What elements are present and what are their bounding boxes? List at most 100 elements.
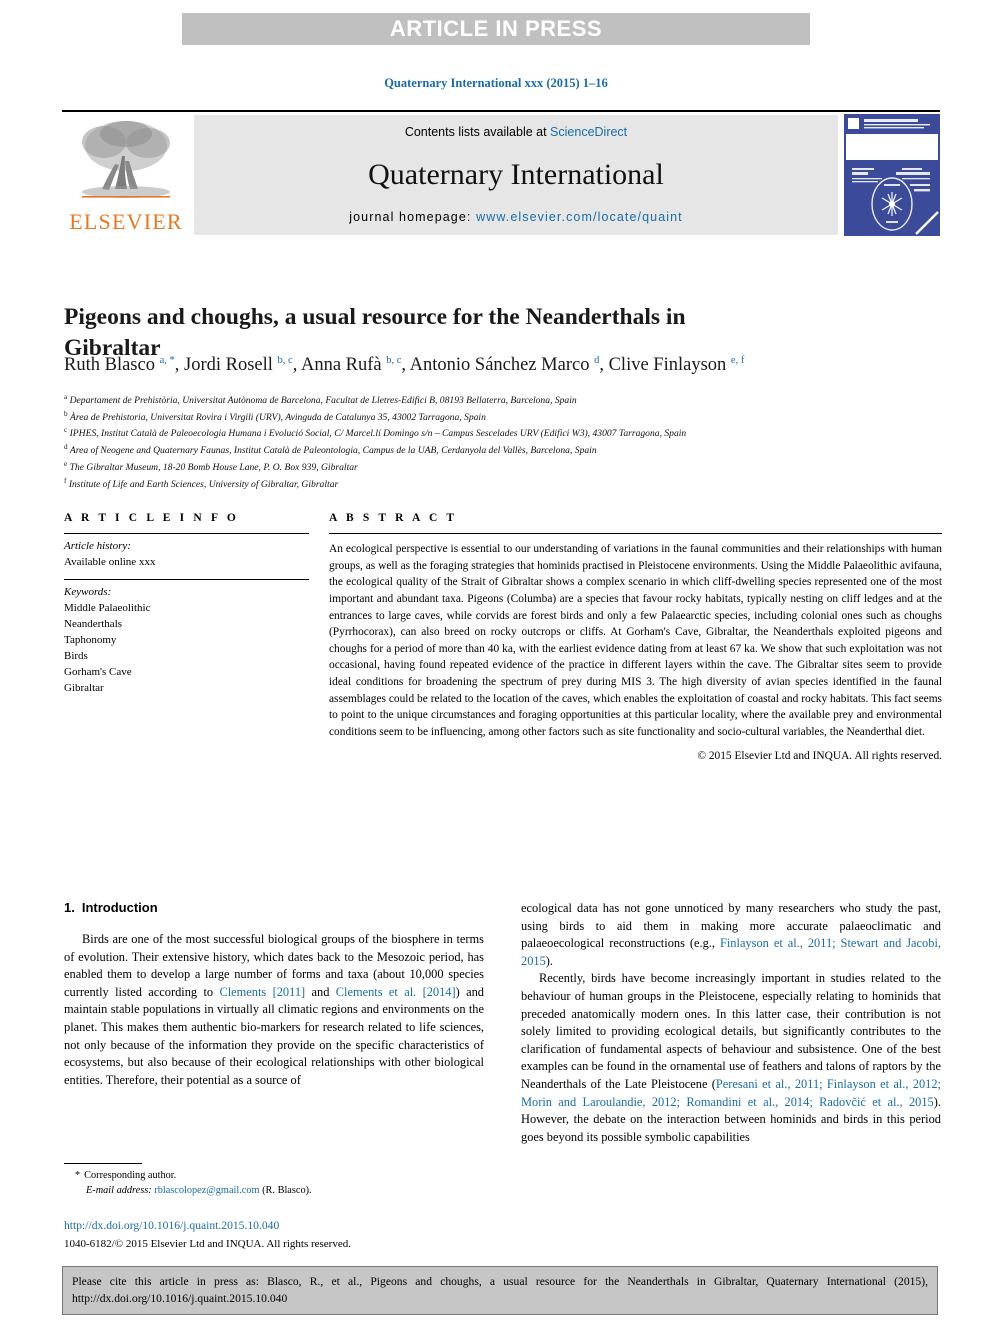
affiliation-list: a Departament de Prehistòria, Universita… — [64, 392, 944, 492]
author-entry: Clive Finlayson e, f — [609, 355, 745, 375]
affiliation-item: c IPHES, Institut Català de Paleoecologi… — [64, 425, 944, 442]
intro-paragraph-left: Birds are one of the most successful bio… — [64, 931, 484, 1089]
section-number: 1. — [64, 900, 75, 915]
article-history-block: Article history: Available online xxx — [64, 534, 309, 579]
author-entry: Antonio Sánchez Marco d — [410, 355, 600, 375]
abstract-copyright: © 2015 Elsevier Ltd and INQUA. All right… — [697, 749, 942, 762]
intro-right-text-c: Recently, birds have become increasingly… — [521, 971, 941, 1092]
please-cite-text: Please cite this article in press as: Bl… — [72, 1275, 928, 1306]
author-list: Ruth Blasco a, *, Jordi Rosell b, c, Ann… — [64, 355, 940, 376]
abstract-text: An ecological perspective is essential t… — [329, 543, 942, 739]
doi-block: http://dx.doi.org/10.1016/j.quaint.2015.… — [64, 1218, 524, 1253]
corresponding-author-line: * Corresponding author. — [64, 1169, 484, 1184]
keyword-item: Taphonomy — [64, 633, 117, 646]
article-in-press-label: ARTICLE IN PRESS — [389, 16, 603, 41]
affiliation-text: Departament de Prehistòria, Universitat … — [69, 395, 577, 407]
article-info-heading: A R T I C L E I N F O — [64, 512, 239, 524]
corresponding-author-footnote: * Corresponding author. E-mail address: r… — [64, 1163, 484, 1199]
author-affiliation-marks: b, c — [277, 355, 293, 366]
asterisk-icon: * — [75, 1170, 81, 1181]
intro-text-c: ) and maintain stable populations in vir… — [64, 984, 484, 1087]
keywords-block: Keywords: Middle Palaeolithic Neandertha… — [64, 580, 309, 697]
author-affiliation-marks: b, c — [386, 355, 402, 366]
email-link[interactable]: rblascolopez@gmail.com — [154, 1185, 259, 1196]
masthead-center-panel: Contents lists available at ScienceDirec… — [194, 115, 838, 235]
affiliation-text: IPHES, Institut Català de Paleoecologia … — [69, 428, 687, 440]
journal-homepage-link[interactable]: www.elsevier.com/locate/quaint — [476, 210, 683, 224]
keyword-item: Middle Palaeolithic — [64, 601, 151, 614]
author-separator: , — [174, 355, 185, 376]
affiliation-mark: e — [64, 459, 68, 468]
affiliation-mark: d — [64, 443, 68, 452]
email-label: E-mail address: — [86, 1184, 152, 1196]
author-name: Anna Rufà — [300, 355, 382, 376]
journal-homepage-line: journal homepage: www.elsevier.com/locat… — [349, 210, 683, 224]
body-column-left: 1. Introduction Birds are one of the most… — [64, 900, 484, 1147]
info-abstract-block: A R T I C L E I N F O Article history: A… — [64, 512, 942, 762]
author-separator: , — [292, 355, 301, 376]
author-affiliation-marks: a, * — [159, 355, 175, 366]
author-entry: Jordi Rosell b, c — [184, 355, 293, 375]
author-name: Jordi Rosell — [184, 355, 273, 376]
affiliation-text: Àrea de Prehistoria, Universitat Rovira … — [70, 411, 486, 423]
author-entry: Anna Rufà b, c — [301, 355, 401, 375]
affiliation-text: Institute of Life and Earth Sciences, Un… — [68, 478, 339, 490]
affiliation-mark: f — [64, 476, 67, 485]
elsevier-tree-icon — [82, 121, 170, 198]
affiliation-text: The Gibraltar Museum, 18-20 Bomb House L… — [69, 462, 358, 474]
citation-link[interactable]: Clements et al. [2014] — [336, 985, 456, 999]
body-column-right: ecological data has not gone unnoticed b… — [521, 900, 941, 1147]
author-separator: , — [401, 355, 410, 376]
homepage-prefix: journal homepage: — [349, 210, 477, 224]
keywords-label: Keywords: — [64, 585, 112, 598]
journal-reference-line: Quaternary International xxx (2015) 1–16 — [384, 76, 608, 90]
footnote-rule — [64, 1163, 142, 1164]
intro-paragraph-right-2: Recently, birds have become increasingly… — [521, 970, 941, 1146]
author-entry: Ruth Blasco a, * — [64, 355, 175, 375]
contents-prefix: Contents lists available at — [404, 125, 551, 139]
author-name: Antonio Sánchez Marco — [409, 355, 590, 376]
abstract-column: A B S T R A C T An ecological perspectiv… — [329, 512, 942, 762]
keyword-item: Neanderthals — [64, 617, 123, 630]
issn-copyright-line: 1040-6182/© 2015 Elsevier Ltd and INQUA.… — [64, 1238, 351, 1251]
affiliation-item: e The Gibraltar Museum, 18-20 Bomb House… — [64, 459, 944, 476]
doi-link[interactable]: http://dx.doi.org/10.1016/j.quaint.2015.… — [64, 1218, 524, 1234]
keyword-item: Birds — [64, 649, 88, 662]
journal-cover-thumbnail — [844, 114, 940, 236]
intro-text-b: and — [305, 984, 336, 999]
keyword-item: Gorham's Cave — [64, 665, 132, 678]
contents-list-line: Contents lists available at ScienceDirec… — [405, 125, 627, 139]
affiliation-item: d Area of Neogene and Quaternary Faunas,… — [64, 442, 944, 459]
article-history-value: Available online xxx — [64, 555, 156, 568]
article-info-column: A R T I C L E I N F O Article history: A… — [64, 512, 309, 762]
email-owner: (R. Blasco). — [262, 1184, 312, 1196]
affiliation-mark: a — [64, 393, 68, 401]
affiliation-mark: b — [64, 409, 68, 418]
citation-link[interactable]: Clements [2011] — [219, 985, 305, 999]
sciencedirect-link[interactable]: ScienceDirect — [550, 125, 627, 139]
affiliation-text: Area of Neogene and Quaternary Faunas, I… — [69, 445, 597, 457]
author-name: Clive Finlayson — [608, 355, 727, 376]
body-columns: 1. Introduction Birds are one of the most… — [64, 900, 942, 1147]
elsevier-logo: ELSEVIER — [62, 112, 190, 238]
abstract-heading: A B S T R A C T — [329, 512, 458, 524]
section-title: Introduction — [81, 900, 158, 915]
please-cite-box: Please cite this article in press as: Bl… — [62, 1266, 938, 1315]
affiliation-mark: c — [64, 426, 68, 435]
intro-right-text-b: ). — [545, 953, 554, 968]
affiliation-item: a Departament de Prehistòria, Universita… — [64, 392, 944, 409]
section-heading-introduction: 1. Introduction — [64, 900, 484, 915]
corresponding-author-label: Corresponding author. — [84, 1170, 177, 1181]
author-name: Ruth Blasco — [64, 355, 155, 376]
affiliation-item: b Àrea de Prehistoria, Universitat Rovir… — [64, 409, 944, 426]
author-separator: , — [599, 355, 609, 376]
intro-paragraph-right-1: ecological data has not gone unnoticed b… — [521, 900, 941, 970]
email-line: E-mail address: rblascolopez@gmail.com (… — [64, 1184, 484, 1199]
journal-title: Quaternary International — [368, 157, 664, 191]
article-in-press-banner: ARTICLE IN PRESS — [182, 13, 810, 45]
journal-cover-image — [844, 114, 940, 236]
journal-masthead: ELSEVIER Contents lists available at Sci… — [62, 110, 940, 240]
affiliation-item: f Institute of Life and Earth Sciences, … — [64, 476, 944, 493]
author-affiliation-marks: e, f — [730, 355, 745, 366]
article-history-label: Article history: — [64, 540, 131, 552]
